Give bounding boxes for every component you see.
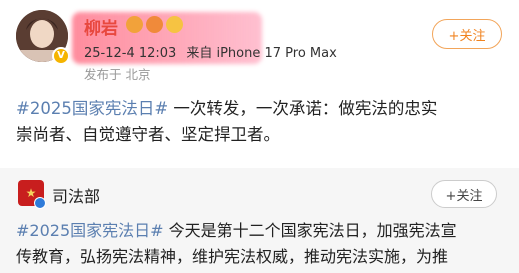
emoji-badge-icon [146,16,163,33]
blue-verified-icon [34,197,46,209]
post-meta: 25-12-4 12:03 来自 iPhone 17 Pro Max [84,42,337,61]
post-text: #2025国家宪法日# 一次转发，一次承诺：做宪法的忠实 崇尚者、自觉遵守者、坚… [16,96,506,148]
timestamp: 25-12-4 12:03 [84,46,177,61]
repost-text: #2025国家宪法日# 今天是第十二个国家宪法日，加强宪法宣 传教育，弘扬宪法精… [16,218,511,270]
follow-button[interactable]: +关注 [432,19,502,49]
user-badges [126,16,183,33]
post-text-line1: 一次转发，一次承诺：做宪法的忠实 [168,99,438,118]
topic-link[interactable]: #2025国家宪法日# [16,99,168,118]
repost-account-name[interactable]: 司法部 [52,183,100,207]
post-text-line2: 崇尚者、自觉遵守者、坚定捍卫者。 [16,125,280,144]
repost-text-line2: 传教育，弘扬宪法精神，维护宪法权威，推动宪法实施，为推 [16,247,449,266]
emoji-badge-icon [126,16,143,33]
repost-follow-button[interactable]: +关注 [431,180,497,208]
device-source: 来自 iPhone 17 Pro Max [186,46,337,61]
verified-badge-icon: V [52,47,70,65]
repost-text-line1: 今天是第十二个国家宪法日，加强宪法宣 [163,221,457,240]
post-header: V 柳岩 25-12-4 12:03 来自 iPhone 17 Pro Max 发… [0,0,519,88]
username[interactable]: 柳岩 [84,14,118,39]
location: 发布于 北京 [84,67,151,82]
emoji-badge-icon [166,16,183,33]
repost-topic-link[interactable]: #2025国家宪法日# [16,221,164,240]
